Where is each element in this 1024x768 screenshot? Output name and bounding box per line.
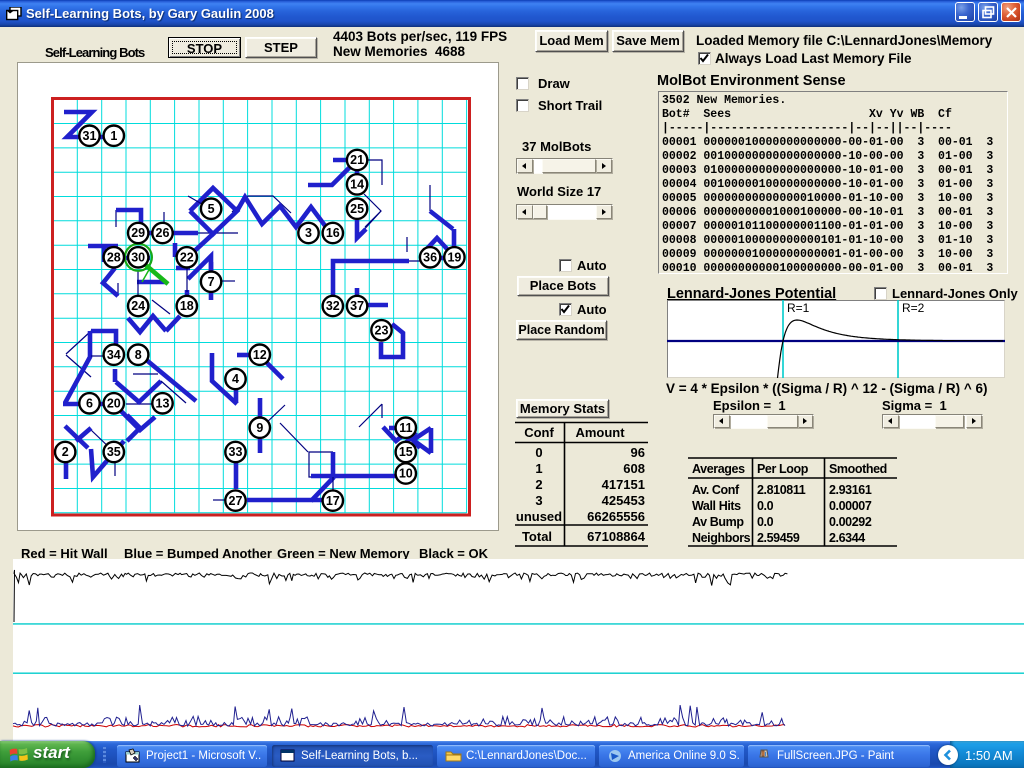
svg-text:12: 12 bbox=[253, 348, 267, 362]
svg-text:R=2: R=2 bbox=[902, 301, 925, 315]
svg-text:66265556: 66265556 bbox=[587, 509, 645, 524]
svg-text:Neighbors: Neighbors bbox=[692, 531, 751, 545]
svg-text:28: 28 bbox=[107, 251, 121, 265]
svg-text:unused: unused bbox=[516, 509, 562, 524]
svg-text:36: 36 bbox=[423, 251, 437, 265]
svg-text:0.0: 0.0 bbox=[757, 499, 774, 513]
svg-text:Av Bump: Av Bump bbox=[692, 515, 744, 529]
svg-text:11: 11 bbox=[399, 421, 412, 435]
svg-text:17: 17 bbox=[326, 494, 340, 508]
svg-text:417151: 417151 bbox=[602, 477, 645, 492]
svg-text:96: 96 bbox=[631, 445, 645, 460]
svg-text:Total: Total bbox=[522, 529, 552, 544]
svg-text:425453: 425453 bbox=[602, 493, 645, 508]
svg-text:Conf: Conf bbox=[524, 425, 554, 440]
svg-text:25: 25 bbox=[350, 202, 364, 216]
svg-text:0: 0 bbox=[535, 445, 542, 460]
svg-text:14: 14 bbox=[350, 178, 364, 192]
svg-text:31: 31 bbox=[83, 129, 97, 143]
svg-text:Amount: Amount bbox=[575, 425, 625, 440]
svg-text:18: 18 bbox=[180, 299, 194, 313]
svg-text:7: 7 bbox=[208, 275, 215, 289]
svg-text:8: 8 bbox=[135, 348, 142, 362]
svg-text:6: 6 bbox=[86, 397, 93, 411]
svg-text:29: 29 bbox=[131, 226, 145, 240]
svg-text:2.6344: 2.6344 bbox=[829, 531, 865, 545]
svg-text:16: 16 bbox=[326, 226, 340, 240]
svg-text:23: 23 bbox=[375, 324, 389, 338]
svg-text:Per Loop: Per Loop bbox=[757, 462, 809, 476]
svg-text:608: 608 bbox=[623, 461, 645, 476]
svg-text:10: 10 bbox=[399, 467, 413, 481]
svg-text:Av. Conf: Av. Conf bbox=[692, 483, 740, 497]
svg-text:2.810811: 2.810811 bbox=[757, 483, 806, 497]
svg-text:9: 9 bbox=[256, 421, 263, 435]
svg-text:15: 15 bbox=[399, 445, 413, 459]
svg-text:20: 20 bbox=[107, 397, 121, 411]
svg-text:30: 30 bbox=[131, 251, 145, 265]
svg-text:2.59459: 2.59459 bbox=[757, 531, 800, 545]
svg-text:2.93161: 2.93161 bbox=[829, 483, 872, 497]
svg-text:1: 1 bbox=[110, 129, 117, 143]
svg-text:3: 3 bbox=[305, 226, 312, 240]
svg-text:26: 26 bbox=[156, 226, 170, 240]
svg-text:24: 24 bbox=[131, 299, 145, 313]
svg-text:R=1: R=1 bbox=[787, 301, 810, 315]
svg-text:5: 5 bbox=[208, 202, 215, 216]
svg-text:0.00007: 0.00007 bbox=[829, 499, 872, 513]
svg-text:0.00292: 0.00292 bbox=[829, 515, 872, 529]
svg-text:0.0: 0.0 bbox=[757, 515, 774, 529]
svg-text:19: 19 bbox=[447, 251, 461, 265]
svg-text:33: 33 bbox=[229, 445, 243, 459]
svg-text:Wall Hits: Wall Hits bbox=[692, 499, 741, 513]
svg-text:67108864: 67108864 bbox=[587, 529, 646, 544]
svg-text:Smoothed: Smoothed bbox=[829, 462, 887, 476]
svg-text:3: 3 bbox=[535, 493, 542, 508]
svg-text:2: 2 bbox=[62, 445, 69, 459]
svg-text:13: 13 bbox=[156, 397, 170, 411]
svg-text:27: 27 bbox=[229, 494, 243, 508]
svg-text:21: 21 bbox=[350, 153, 364, 167]
svg-text:37: 37 bbox=[350, 299, 364, 313]
svg-text:34: 34 bbox=[107, 348, 121, 362]
svg-text:32: 32 bbox=[326, 299, 340, 313]
svg-text:22: 22 bbox=[180, 251, 194, 265]
svg-text:Averages: Averages bbox=[692, 462, 745, 476]
svg-text:1: 1 bbox=[535, 461, 542, 476]
svg-text:35: 35 bbox=[107, 445, 121, 459]
svg-text:2: 2 bbox=[535, 477, 542, 492]
svg-text:4: 4 bbox=[232, 372, 239, 386]
